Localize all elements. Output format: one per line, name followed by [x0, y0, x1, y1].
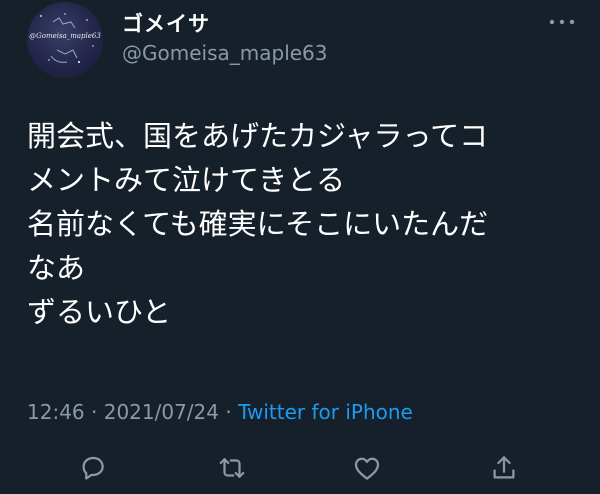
tweet: @Gomeisa_maple63 ゴメイサ @Gomeisa_maple63 開…: [0, 0, 600, 494]
tweet-meta: 12:46 · 2021/07/24 · Twitter for iPhone: [27, 400, 413, 424]
avatar-constellation-icon: [40, 13, 94, 63]
reply-icon: [82, 456, 104, 480]
tweet-text-line: 名前なくても確実にそこにいたんだ: [27, 207, 489, 241]
tweet-text-line: 開会式、国をあげたカジャラってコ: [27, 119, 489, 153]
tweet-source-link[interactable]: Twitter for iPhone: [238, 400, 413, 424]
tweet-text: 開会式、国をあげたカジャラってコ メントみて泣けてきとる 名前なくても確実にそこ…: [27, 114, 587, 334]
user-handle[interactable]: @Gomeisa_maple63: [122, 41, 328, 65]
reply-button[interactable]: [73, 448, 113, 488]
meta-separator: ·: [225, 400, 232, 424]
tweet-text-line: メントみて泣けてきとる: [27, 163, 346, 197]
tweet-time[interactable]: 12:46: [27, 400, 85, 424]
display-name[interactable]: ゴメイサ: [122, 8, 210, 38]
tweet-date[interactable]: 2021/07/24: [104, 400, 219, 424]
like-icon: [354, 457, 380, 480]
retweet-icon: [219, 458, 245, 478]
tweet-actions: [0, 448, 600, 488]
share-button[interactable]: [484, 448, 524, 488]
tweet-text-line: ずるいひと: [27, 295, 172, 329]
avatar[interactable]: @Gomeisa_maple63: [27, 2, 103, 78]
more-dots-icon: [549, 19, 575, 25]
more-options-button[interactable]: [544, 10, 580, 34]
tweet-text-line: なあ: [27, 251, 86, 285]
avatar-caption: @Gomeisa_maple63: [29, 32, 101, 40]
share-icon: [493, 456, 515, 479]
retweet-button[interactable]: [212, 448, 252, 488]
meta-separator: ·: [91, 400, 98, 424]
like-button[interactable]: [347, 448, 387, 488]
